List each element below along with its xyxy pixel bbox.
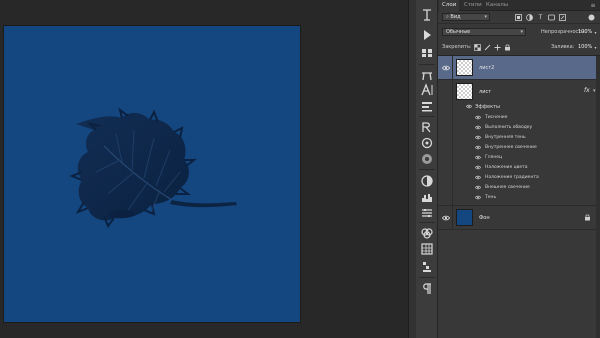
filter-kind-value: Вид: [450, 14, 461, 20]
notes-icon[interactable]: [418, 258, 436, 276]
layers-scrollbar[interactable]: [596, 56, 600, 338]
effect-row[interactable]: Глянец: [438, 153, 600, 163]
fill-label: Заливка:: [551, 44, 575, 50]
effect-row[interactable]: Выполнить обводку: [438, 123, 600, 133]
layers-panel: Слои Стили Каналы ≡ ⌕ Вид ▾ T Обычные ▾: [438, 0, 600, 338]
swatches-icon[interactable]: [418, 44, 436, 62]
history-brush-icon[interactable]: [418, 6, 436, 24]
lock-all-icon[interactable]: [504, 44, 511, 51]
lock-position-icon[interactable]: [494, 44, 501, 51]
layer-thumbnail[interactable]: [456, 83, 473, 100]
layer-row-background[interactable]: Фон: [438, 206, 600, 230]
eye-icon[interactable]: [475, 165, 481, 170]
filter-row: ⌕ Вид ▾ T: [438, 11, 600, 24]
pilcrow-icon[interactable]: [418, 280, 436, 298]
adjustment-filter-icon[interactable]: [526, 14, 533, 21]
tab-layers[interactable]: Слои: [439, 0, 460, 11]
effect-label[interactable]: Внутреннее свечение: [485, 145, 537, 150]
lock-icon: [584, 214, 591, 221]
chevron-down-icon: ▾: [520, 29, 523, 35]
photoshop-window: Слои Стили Каналы ≡ ⌕ Вид ▾ T Обычные ▾: [0, 0, 600, 338]
layer-row-list[interactable]: лист fx ▾ Эффекты Тиснение Выполнить обво…: [438, 80, 600, 206]
leaf-artwork: [69, 107, 237, 229]
filter-kind-dropdown[interactable]: ⌕ Вид ▾: [442, 13, 490, 21]
canvas-workspace[interactable]: [0, 0, 408, 338]
effects-header[interactable]: Эффекты: [438, 102, 600, 112]
effect-label[interactable]: Наложение градиента: [485, 175, 539, 180]
lock-transparency-icon[interactable]: [474, 44, 481, 51]
layer-comps-icon[interactable]: [418, 204, 436, 222]
fill-input[interactable]: 100%: [578, 43, 592, 51]
effect-row[interactable]: Наложение цвета: [438, 163, 600, 173]
lock-row: Закрепить: Заливка: 100% ▾: [438, 40, 600, 54]
eye-icon[interactable]: [475, 155, 481, 160]
image-filter-icon[interactable]: [515, 14, 522, 21]
tool-separator: [419, 222, 435, 223]
eye-icon[interactable]: [475, 145, 481, 150]
smart-object-filter-icon[interactable]: [559, 14, 566, 21]
effect-label[interactable]: Тиснение: [485, 115, 508, 120]
eye-icon[interactable]: [475, 195, 481, 200]
tab-channels[interactable]: Каналы: [483, 0, 511, 11]
layer-name[interactable]: Фон: [479, 215, 490, 221]
eye-icon[interactable]: [466, 104, 472, 109]
eye-icon[interactable]: [475, 135, 481, 140]
lock-label: Закрепить:: [442, 44, 472, 50]
tool-separator: [419, 169, 435, 170]
effect-row[interactable]: Наложение градиента: [438, 173, 600, 183]
document-canvas[interactable]: [4, 26, 300, 322]
effect-label[interactable]: Глянец: [485, 155, 502, 160]
blend-mode-dropdown[interactable]: Обычные ▾: [442, 28, 526, 36]
layer-thumbnail[interactable]: [456, 59, 473, 76]
type-filter-icon[interactable]: T: [537, 14, 544, 21]
tool-separator: [419, 277, 435, 278]
effect-row[interactable]: Внутренняя тень: [438, 133, 600, 143]
opacity-input[interactable]: 100%: [578, 28, 592, 36]
tool-separator: [419, 116, 435, 117]
search-icon: ⌕: [446, 14, 449, 20]
effect-label[interactable]: Выполнить обводку: [485, 125, 532, 130]
layer-name[interactable]: лист: [479, 89, 491, 95]
fill-caret-icon[interactable]: ▾: [592, 44, 599, 51]
eye-icon[interactable]: [475, 125, 481, 130]
layers-list: лист2 лист fx ▾ Эффекты Тиснение Выполнит…: [438, 55, 600, 338]
filter-toggle-icon[interactable]: [588, 14, 595, 21]
effect-row[interactable]: Внешнее свечение: [438, 183, 600, 193]
layer-row-list2[interactable]: лист2: [438, 56, 600, 80]
blend-mode-value: Обычные: [446, 29, 471, 35]
info-icon[interactable]: [418, 150, 436, 168]
effect-label[interactable]: Внешнее свечение: [485, 185, 530, 190]
eye-icon[interactable]: [442, 65, 450, 71]
eye-icon[interactable]: [442, 215, 450, 221]
blend-row: Обычные ▾ Непрозрачность: 100% ▾: [438, 25, 600, 39]
effect-label[interactable]: Внутренняя тень: [485, 135, 526, 140]
play-icon[interactable]: [418, 26, 436, 44]
effects-title: Эффекты: [475, 104, 500, 110]
opacity-caret-icon[interactable]: ▾: [592, 29, 599, 36]
eye-icon[interactable]: [475, 115, 481, 120]
tool-separator: [419, 64, 435, 65]
layer-thumbnail[interactable]: [456, 209, 473, 226]
chevron-down-icon: ▾: [484, 14, 487, 20]
panel-icon-column: [416, 0, 438, 338]
dock-divider[interactable]: [408, 0, 416, 338]
eye-icon[interactable]: [475, 185, 481, 190]
shape-filter-icon[interactable]: [548, 14, 555, 21]
effect-row[interactable]: Тень: [438, 193, 600, 203]
layer-name[interactable]: лист2: [479, 65, 494, 71]
effect-label[interactable]: Наложение цвета: [485, 165, 528, 170]
lock-pixels-icon[interactable]: [484, 44, 491, 51]
tab-styles[interactable]: Стили: [461, 0, 485, 11]
paragraph-styles-icon[interactable]: [418, 97, 436, 115]
tool-presets-icon[interactable]: [418, 240, 436, 258]
effect-label[interactable]: Тень: [485, 195, 496, 200]
effect-row[interactable]: Внутреннее свечение: [438, 143, 600, 153]
panel-tabs: Слои Стили Каналы ≡: [438, 0, 600, 11]
fx-icon[interactable]: fx: [584, 87, 590, 94]
panel-menu-icon[interactable]: ≡: [589, 2, 597, 9]
eye-icon[interactable]: [475, 175, 481, 180]
effect-row[interactable]: Тиснение: [438, 113, 600, 123]
